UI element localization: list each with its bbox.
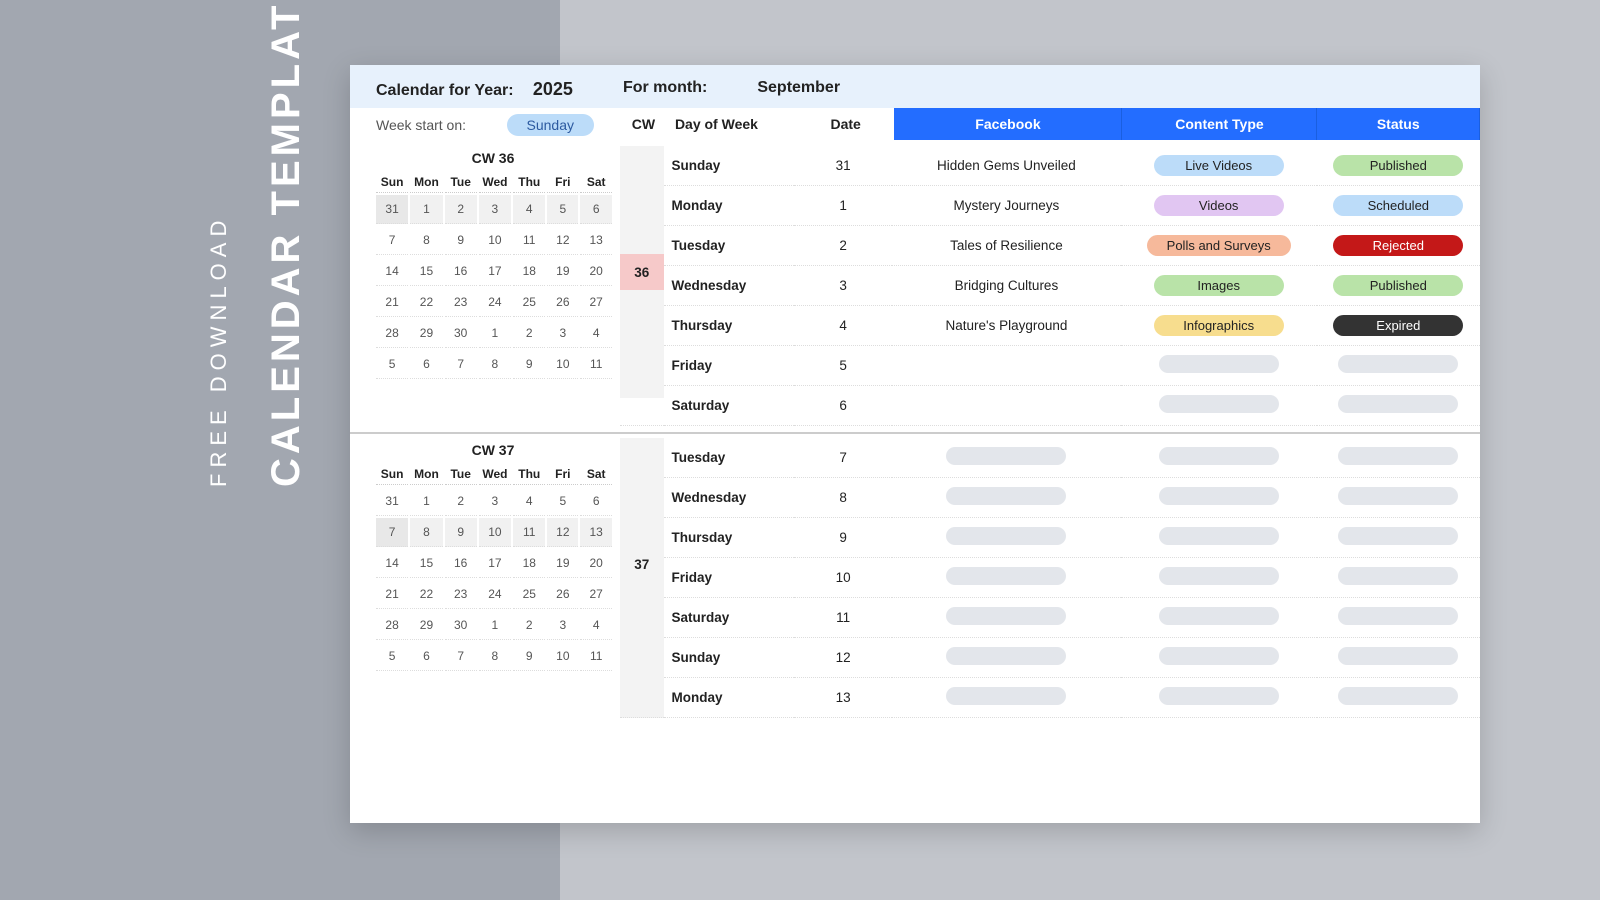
table-row: 36Sunday31Hidden Gems UnveiledLive Video… [620, 146, 1480, 186]
header-year-label: Calendar for Year: [376, 82, 514, 99]
week-start-value[interactable]: Sunday [507, 114, 594, 136]
table-row: Monday13 [620, 678, 1480, 718]
cw36-label: CW 36 [374, 146, 612, 170]
table-row: Tuesday2Tales of ResiliencePolls and Sur… [620, 226, 1480, 266]
promo-subtitle: FREE DOWNLOAD [206, 215, 232, 487]
week-start-label: Week start on: [376, 117, 507, 133]
table-row: Friday10 [620, 558, 1480, 598]
mini-calendar-37: SunMonTueWedThuFriSat3112345678910111213… [374, 462, 614, 673]
table-row: Thursday4Nature's PlaygroundInfographics… [620, 306, 1480, 346]
col-cw: CW [620, 108, 667, 140]
table-row: Sunday12 [620, 638, 1480, 678]
cw37-label: CW 37 [374, 438, 612, 462]
table-row: Wednesday3Bridging CulturesImagesPublish… [620, 266, 1480, 306]
header-month-label: For month: [623, 79, 707, 96]
content-table-header: CW Day of Week Date Facebook Content Typ… [620, 108, 1480, 140]
col-status: Status [1317, 108, 1480, 140]
table-row: Wednesday8 [620, 478, 1480, 518]
table-row: 37Tuesday7 [620, 438, 1480, 478]
content-rows-36: 36Sunday31Hidden Gems UnveiledLive Video… [620, 146, 1480, 426]
content-rows-37: 37Tuesday7Wednesday8Thursday9Friday10Sat… [620, 438, 1480, 718]
col-content-type: Content Type [1122, 108, 1317, 140]
col-platform: Facebook [894, 108, 1122, 140]
col-date: Date [797, 108, 895, 140]
col-dow: Day of Week [667, 108, 797, 140]
table-row: Friday5 [620, 346, 1480, 386]
table-row: Saturday6 [620, 386, 1480, 426]
mini-calendar-36: SunMonTueWedThuFriSat3112345678910111213… [374, 170, 614, 381]
header-month-value: September [757, 79, 840, 96]
table-row: Monday1Mystery JourneysVideosScheduled [620, 186, 1480, 226]
header-year-value: 2025 [533, 79, 573, 99]
table-row: Thursday9 [620, 518, 1480, 558]
calendar-template-card: Calendar for Year: 2025 For month: Septe… [350, 65, 1480, 823]
table-row: Saturday11 [620, 598, 1480, 638]
promo-title: CALENDAR TEMPLATE [264, 0, 309, 487]
